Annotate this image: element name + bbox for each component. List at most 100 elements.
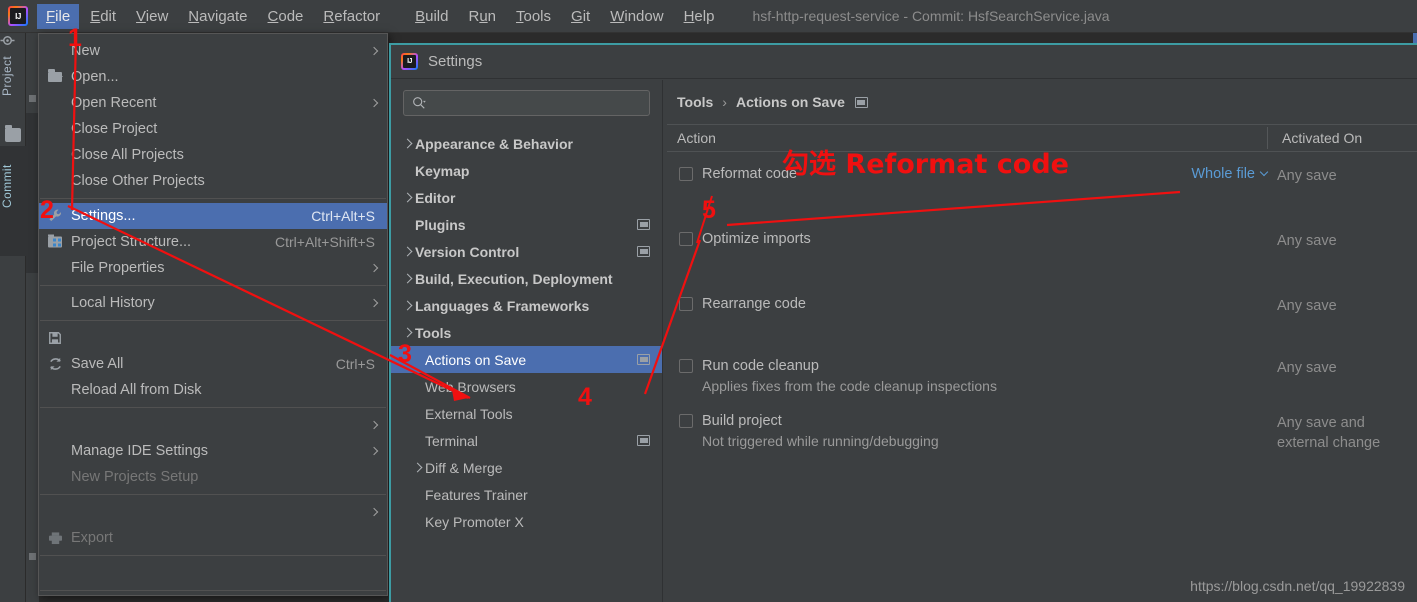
settings-scope-badge-icon <box>637 354 650 365</box>
breadcrumb-parent[interactable]: Tools <box>677 94 713 110</box>
action-label: Optimize imports <box>702 231 811 247</box>
menu-item-open-recent[interactable]: Open Recent <box>39 90 387 116</box>
menu-item-new[interactable]: New <box>39 38 387 64</box>
action-label: Reformat code <box>702 166 798 182</box>
breadcrumb-separator: › <box>722 94 727 110</box>
menu-file[interactable]: File <box>37 3 80 29</box>
chevron-right-icon[interactable] <box>401 299 415 313</box>
menu-accel-settings: Ctrl+Alt+S <box>311 208 375 224</box>
menu-item-close-all-projects[interactable]: Close All Projects <box>39 142 387 168</box>
menu-item-new-projects-setup[interactable]: Manage IDE Settings <box>39 438 387 464</box>
tree-item-external-tools[interactable]: External Tools <box>391 400 662 427</box>
menu-item-file-properties[interactable]: File Properties <box>39 255 387 281</box>
menu-code[interactable]: Code <box>259 4 313 29</box>
menu-item-settings[interactable]: Settings... Ctrl+Alt+S <box>39 203 387 229</box>
action-line: Optimize imports <box>679 231 1082 247</box>
actions-table-header: Action Activated On <box>667 124 1417 152</box>
menu-item-power-save-mode[interactable] <box>39 560 387 586</box>
chevron-down-icon[interactable] <box>401 326 415 340</box>
menu-separator <box>40 494 386 495</box>
strip-nub-lower <box>29 553 36 560</box>
menu-separator <box>40 198 386 199</box>
action-line: Reformat code <box>679 166 1082 182</box>
tree-item-diff-merge[interactable]: Diff & Merge <box>391 454 662 481</box>
menu-navigate[interactable]: Navigate <box>179 4 256 29</box>
tree-item-build-execution-deployment[interactable]: Build, Execution, Deployment <box>391 265 662 292</box>
tree-item-plugins[interactable]: Plugins <box>391 211 662 238</box>
wrench-icon <box>49 209 62 222</box>
action-cell: Build project Not triggered while runnin… <box>679 413 1082 453</box>
column-header-activated-on: Activated On <box>1282 130 1363 146</box>
chevron-right-icon[interactable] <box>401 245 415 259</box>
menu-item-project-structure[interactable]: Project Structure... Ctrl+Alt+Shift+S <box>39 229 387 255</box>
tree-item-web-browsers[interactable]: Web Browsers <box>391 373 662 400</box>
tree-item-terminal[interactable]: Terminal <box>391 427 662 454</box>
tree-item-keymap[interactable]: Keymap <box>391 157 662 184</box>
menu-git[interactable]: Git <box>562 4 599 29</box>
menu-item-export[interactable] <box>39 499 387 525</box>
action-label: Build project <box>702 413 782 429</box>
menu-view[interactable]: View <box>127 4 177 29</box>
save-icon <box>49 332 61 344</box>
search-input[interactable] <box>403 90 650 116</box>
settings-scope-badge-icon[interactable] <box>854 96 868 108</box>
checkbox-optimize-imports[interactable] <box>679 232 693 246</box>
menu-item-manage-ide-settings[interactable] <box>39 412 387 438</box>
chevron-right-icon[interactable] <box>401 272 415 286</box>
tree-item-tools[interactable]: Tools <box>391 319 662 346</box>
intellij-logo-glyph: IJ <box>403 55 416 68</box>
menu-item-reload-all-from-disk[interactable]: Save All Ctrl+S <box>39 351 387 377</box>
chevron-right-icon[interactable] <box>411 461 425 475</box>
menu-item-exit[interactable] <box>39 595 387 602</box>
tree-item-appearance-behavior[interactable]: Appearance & Behavior <box>391 130 662 157</box>
project-structure-icon <box>48 234 62 248</box>
checkbox-run-code-cleanup[interactable] <box>679 359 693 373</box>
action-line: Build project <box>679 413 1082 429</box>
menu-separator <box>40 320 386 321</box>
chevron-right-icon <box>369 420 379 430</box>
tree-item-editor[interactable]: Editor <box>391 184 662 211</box>
tree-item-features-trainer[interactable]: Features Trainer <box>391 481 662 508</box>
menu-item-save-all[interactable] <box>39 325 387 351</box>
activated-on-value: Any save <box>1277 360 1337 376</box>
menu-run[interactable]: Run <box>459 4 505 29</box>
chevron-right-icon[interactable] <box>401 137 415 151</box>
menu-separator <box>40 407 386 408</box>
tool-window-project[interactable]: Project <box>0 45 26 107</box>
settings-dialog-title: Settings <box>428 53 483 70</box>
menu-window[interactable]: Window <box>601 4 672 29</box>
tree-item-version-control[interactable]: Version Control <box>391 238 662 265</box>
search-text-field[interactable] <box>426 94 649 112</box>
menu-refactor[interactable]: Refactor <box>314 4 389 29</box>
chevron-right-icon[interactable] <box>401 191 415 205</box>
action-label: Rearrange code <box>702 296 806 312</box>
checkbox-rearrange-code[interactable] <box>679 297 693 311</box>
app-window: IJ File Edit View Navigate Code Refactor… <box>0 0 1417 602</box>
action-cell: Reformat code <box>679 166 1082 186</box>
checkbox-reformat-code[interactable] <box>679 167 693 181</box>
tool-window-strip-left: Project Commit <box>0 33 26 602</box>
reload-icon <box>50 357 61 371</box>
menu-item-open[interactable]: Open... <box>39 64 387 90</box>
menu-item-close-other-projects[interactable]: Close Other Projects <box>39 168 387 194</box>
scope-dropdown-whole-file[interactable]: Whole file <box>1191 166 1269 182</box>
menu-help[interactable]: Help <box>675 4 724 29</box>
tool-window-commit[interactable]: Commit <box>0 153 26 219</box>
tree-item-actions-on-save[interactable]: Actions on Save <box>391 346 662 373</box>
tree-item-languages-frameworks[interactable]: Languages & Frameworks <box>391 292 662 319</box>
menu-edit[interactable]: Edit <box>81 4 125 29</box>
menu-item-invalidate-caches[interactable]: Reload All from Disk <box>39 377 387 403</box>
chevron-right-icon <box>369 507 379 517</box>
tree-item-key-promoter-x[interactable]: Key Promoter X <box>391 508 662 535</box>
action-cell: Optimize imports <box>679 231 1082 251</box>
menu-build[interactable]: Build <box>406 4 457 29</box>
table-row: Run code cleanup Applies fixes from the … <box>663 358 1417 394</box>
menu-item-local-history[interactable]: Local History <box>39 290 387 316</box>
action-cell: Run code cleanup Applies fixes from the … <box>679 358 1082 394</box>
menu-item-close-project[interactable]: Close Project <box>39 116 387 142</box>
menu-tools[interactable]: Tools <box>507 4 560 29</box>
checkbox-build-project[interactable] <box>679 414 693 428</box>
menu-separator <box>40 555 386 556</box>
settings-title-bar: IJ Settings <box>391 45 1417 79</box>
